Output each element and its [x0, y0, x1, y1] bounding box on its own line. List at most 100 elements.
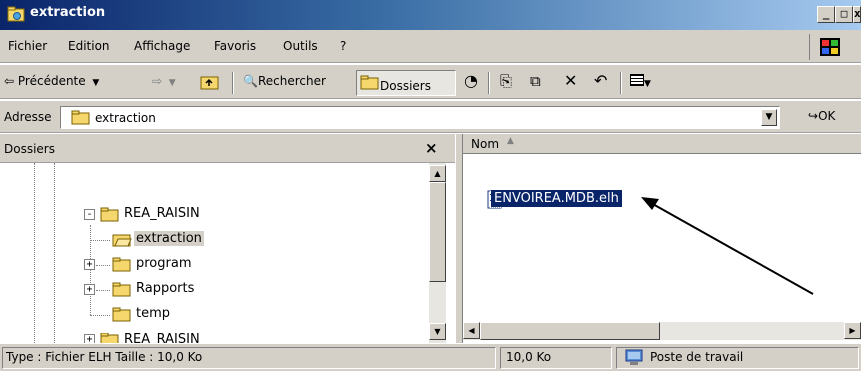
- scroll-left-button[interactable]: ◀: [463, 322, 480, 339]
- move-to-button[interactable]: ⎘: [500, 72, 512, 90]
- delete-icon: ✕: [564, 71, 578, 90]
- back-button[interactable]: ⇦ Précédente ▼: [4, 74, 99, 88]
- chevron-down-icon: ▼: [165, 78, 176, 88]
- folder-tree[interactable]: - REA_RAISIN extraction + program + Rapp…: [0, 163, 455, 343]
- views-icon: [630, 74, 644, 86]
- tree-item-program[interactable]: program: [136, 256, 192, 271]
- title-bar: extraction _ □ x: [0, 0, 861, 30]
- toolbar: ⇦ Précédente ▼ ⇨ ▼ 🔍Rechercher Dossiers …: [0, 64, 861, 99]
- move-to-icon: ⎘: [500, 72, 513, 90]
- chevron-left-icon: ◀: [468, 326, 475, 335]
- chevron-down-icon: ▼: [644, 79, 651, 89]
- expand-toggle[interactable]: +: [84, 259, 95, 270]
- menu-outils[interactable]: Outils: [283, 39, 318, 53]
- maximize-button[interactable]: □: [835, 6, 853, 23]
- status-bar: Type : Fichier ELH Taille : 10,0 Ko 10,0…: [0, 343, 861, 371]
- scroll-up-button[interactable]: ▲: [429, 165, 446, 182]
- minimize-button[interactable]: _: [817, 6, 835, 23]
- tree-guide-line: [96, 290, 110, 291]
- menu-bar: Fichier Edition Affichage Favoris Outils…: [0, 30, 861, 63]
- tree-item-rea-raisin-2[interactable]: REA_RAISIN: [124, 333, 200, 343]
- back-label: Précédente: [17, 74, 86, 88]
- go-arrow-icon: ↪: [808, 109, 819, 123]
- tree-item-rea-raisin[interactable]: REA_RAISIN: [124, 206, 200, 221]
- chevron-up-icon: ▲: [434, 169, 441, 178]
- status-info: Type : Fichier ELH Taille : 10,0 Ko: [6, 350, 203, 364]
- folders-label: Dossiers: [380, 79, 431, 93]
- tree-clip: + REA_RAISIN: [0, 333, 430, 343]
- menu-edition[interactable]: Edition: [68, 39, 110, 53]
- status-location: Poste de travail: [650, 350, 744, 364]
- search-icon: 🔍: [243, 74, 258, 88]
- close-folders-pane-button[interactable]: ×: [425, 139, 438, 157]
- expand-toggle[interactable]: +: [84, 334, 95, 343]
- back-arrow-icon: ⇦: [4, 74, 15, 88]
- chevron-down-icon: ▼: [765, 112, 773, 122]
- pane-splitter[interactable]: [455, 134, 463, 343]
- file-list[interactable]: Nom ▲ ENVOIREA.MDB.elh ◀ ▶: [463, 134, 861, 343]
- history-button[interactable]: ◔: [464, 71, 478, 90]
- folder-icon: [100, 333, 119, 343]
- menu-fichier[interactable]: Fichier: [8, 39, 47, 53]
- delete-button[interactable]: ✕: [564, 71, 577, 90]
- address-label: Adresse: [4, 110, 52, 124]
- folders-button[interactable]: Dossiers: [360, 74, 431, 93]
- undo-icon: ↶: [594, 71, 608, 90]
- up-folder-icon: [200, 76, 219, 90]
- search-button[interactable]: 🔍Rechercher: [243, 74, 326, 88]
- up-folder-button[interactable]: [200, 74, 220, 93]
- explorer-folder-icon: [7, 6, 25, 22]
- go-label: OK: [818, 109, 836, 123]
- tree-guide-line: [90, 240, 110, 241]
- views-button[interactable]: ▼: [630, 74, 651, 89]
- address-value: extraction: [95, 111, 156, 125]
- folder-icon: [71, 110, 90, 125]
- toolbar-separator: [488, 72, 490, 94]
- folders-pane-header: Dossiers ×: [0, 134, 455, 163]
- folder-icon: [100, 207, 119, 222]
- scroll-down-button[interactable]: ▼: [429, 323, 446, 340]
- scroll-right-button[interactable]: ▶: [844, 322, 861, 339]
- folder-icon: [112, 307, 131, 322]
- toolbar-separator: [232, 72, 234, 94]
- undo-button[interactable]: ↶: [594, 71, 607, 90]
- computer-icon: [625, 349, 643, 365]
- tree-item-extraction[interactable]: extraction: [134, 231, 204, 246]
- tree-guide-line: [90, 225, 91, 315]
- open-folder-icon: [112, 234, 132, 247]
- tree-item-temp[interactable]: temp: [136, 306, 170, 321]
- file-list-hscrollbar[interactable]: ◀ ▶: [463, 322, 861, 340]
- address-dropdown-button[interactable]: ▼: [761, 109, 777, 126]
- expand-toggle[interactable]: +: [84, 284, 95, 295]
- scroll-thumb[interactable]: [480, 322, 660, 340]
- chevron-down-icon: ▼: [89, 78, 100, 88]
- forward-button[interactable]: ⇨ ▼: [152, 74, 176, 88]
- window-title: extraction: [30, 5, 106, 20]
- scroll-thumb[interactable]: [429, 182, 446, 282]
- search-label: Rechercher: [257, 74, 326, 88]
- tree-guide-line: [90, 315, 110, 316]
- folder-icon: [112, 282, 131, 297]
- menu-help[interactable]: ?: [340, 39, 346, 53]
- collapse-toggle[interactable]: -: [84, 209, 95, 220]
- history-icon: ◔: [464, 71, 478, 90]
- go-button[interactable]: ↪OK: [808, 109, 835, 123]
- chevron-right-icon: ▶: [849, 326, 856, 335]
- folders-icon: [360, 75, 379, 90]
- annotation-arrow: [641, 197, 814, 295]
- tree-guide-line: [34, 163, 35, 343]
- tree-guide-line: [54, 163, 55, 343]
- windows-logo-icon: [809, 34, 849, 60]
- tree-item-rapports[interactable]: Rapports: [136, 281, 194, 296]
- status-size: 10,0 Ko: [506, 350, 552, 364]
- close-button[interactable]: x: [853, 6, 861, 23]
- copy-to-button[interactable]: ⧉: [530, 72, 541, 90]
- folder-tree-scrollbar[interactable]: ▲ ▼: [429, 163, 446, 343]
- chevron-down-icon: ▼: [434, 327, 441, 336]
- address-input[interactable]: extraction ▼: [60, 106, 780, 129]
- forward-arrow-icon: ⇨: [152, 74, 163, 88]
- toolbar-separator: [620, 72, 622, 94]
- menu-favoris[interactable]: Favoris: [214, 39, 256, 53]
- folder-icon: [112, 257, 131, 272]
- menu-affichage[interactable]: Affichage: [134, 39, 190, 53]
